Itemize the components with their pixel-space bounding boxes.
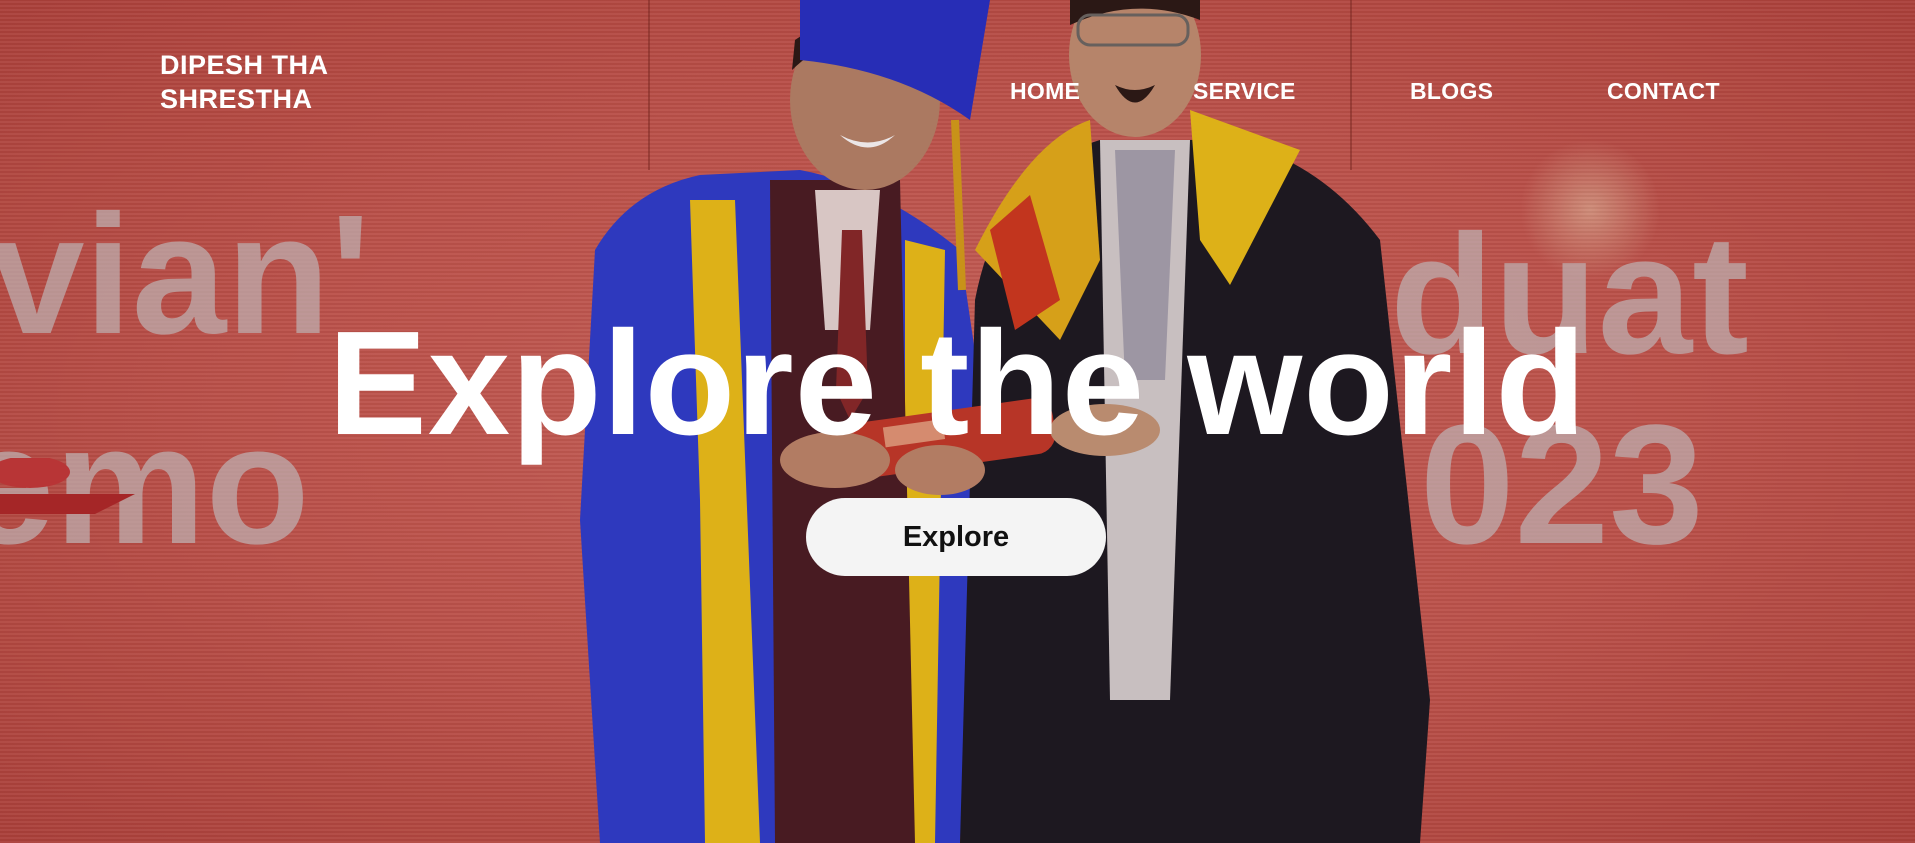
nav-link-contact[interactable]: CONTACT	[1607, 78, 1720, 105]
nav-link-home[interactable]: HOME	[1010, 78, 1080, 105]
site-logo[interactable]: DIPESH THA SHRESTHA	[160, 48, 329, 116]
hero-headline: Explore the world	[328, 301, 1587, 466]
nav-link-blogs[interactable]: BLOGS	[1410, 78, 1493, 105]
brand-line-2: SHRESTHA	[160, 84, 313, 114]
explore-button[interactable]: Explore	[806, 498, 1106, 576]
top-navigation: DIPESH THA SHRESTHA HOME SERVICE BLOGS C…	[0, 0, 1915, 120]
nav-link-service[interactable]: SERVICE	[1193, 78, 1296, 105]
brand-line-1: DIPESH THA	[160, 50, 329, 80]
